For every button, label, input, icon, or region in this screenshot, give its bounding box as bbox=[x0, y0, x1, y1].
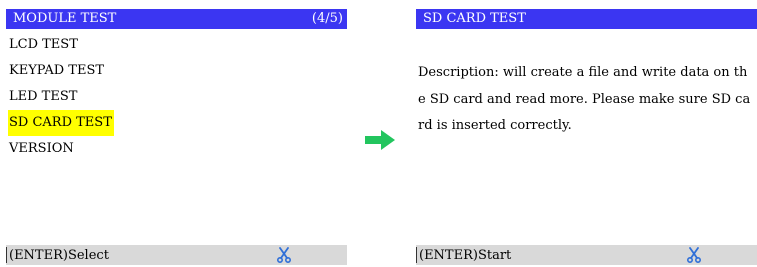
footer-divider bbox=[6, 247, 7, 263]
title-bar: SD CARD TEST bbox=[416, 9, 757, 29]
page-indicator: (4/5) bbox=[311, 11, 343, 26]
menu-item-version[interactable]: VERSION bbox=[6, 136, 347, 162]
footer-bar: (ENTER)Select bbox=[6, 245, 347, 265]
menu-item-label: SD CARD TEST bbox=[8, 110, 114, 136]
screen-title: MODULE TEST bbox=[13, 11, 117, 26]
description-text: Description: will create a file and writ… bbox=[418, 65, 751, 133]
footer-hint: (ENTER)Select bbox=[9, 248, 109, 263]
menu-item-label: LED TEST bbox=[9, 89, 78, 104]
menu-item-label: KEYPAD TEST bbox=[9, 63, 105, 78]
menu-item-sd-card-test[interactable]: SD CARD TEST bbox=[6, 110, 347, 136]
module-test-screen: MODULE TEST (4/5) LCD TEST KEYPAD TEST L… bbox=[6, 9, 347, 265]
menu-list: LCD TEST KEYPAD TEST LED TEST SD CARD TE… bbox=[6, 32, 347, 162]
footer-hint: (ENTER)Start bbox=[419, 248, 512, 263]
menu-item-label: VERSION bbox=[9, 141, 74, 156]
menu-item-keypad-test[interactable]: KEYPAD TEST bbox=[6, 58, 347, 84]
menu-item-label: LCD TEST bbox=[9, 37, 78, 52]
screen-title: SD CARD TEST bbox=[423, 11, 526, 26]
menu-item-led-test[interactable]: LED TEST bbox=[6, 84, 347, 110]
scissors-icon bbox=[687, 247, 701, 263]
menu-item-lcd-test[interactable]: LCD TEST bbox=[6, 32, 347, 58]
sd-card-test-screen: SD CARD TEST Description: will create a … bbox=[416, 9, 757, 265]
scissors-icon bbox=[277, 247, 291, 263]
right-arrow-icon bbox=[365, 130, 395, 150]
title-bar: MODULE TEST (4/5) bbox=[6, 9, 347, 29]
footer-bar: (ENTER)Start bbox=[416, 245, 757, 265]
footer-divider bbox=[416, 247, 417, 263]
